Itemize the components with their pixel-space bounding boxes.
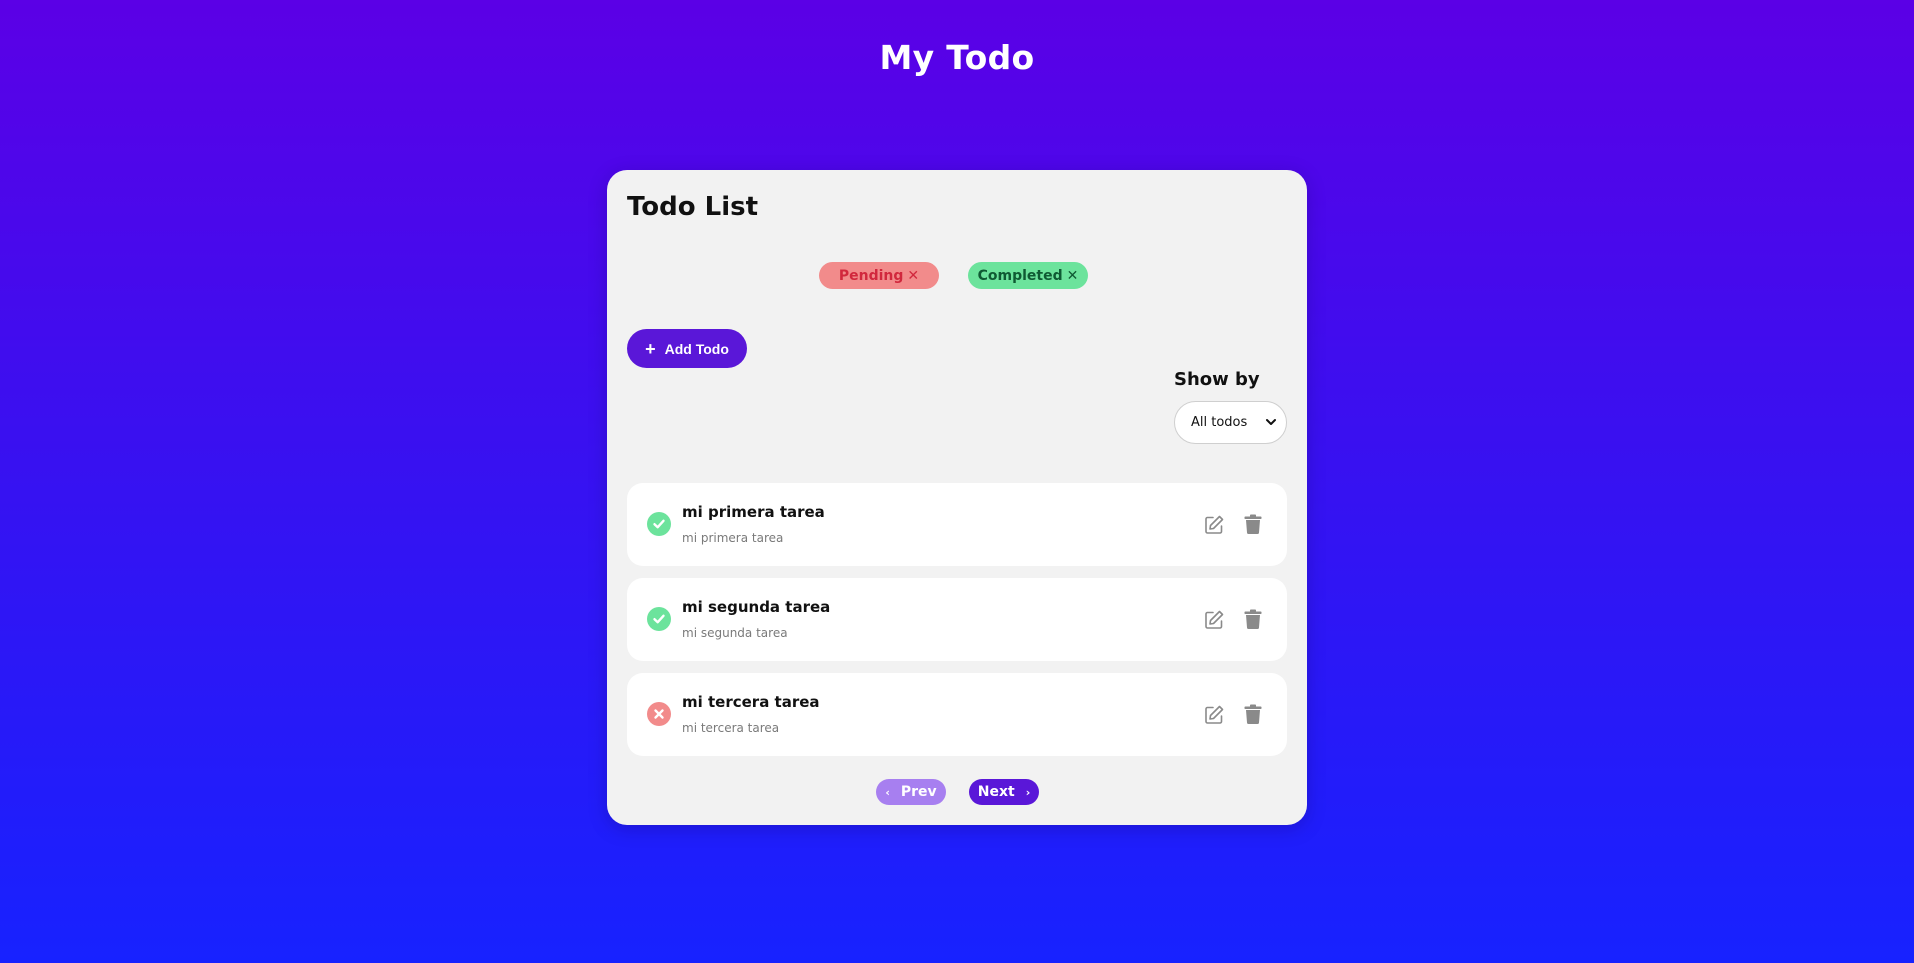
todo-description: mi tercera tarea [682,721,780,735]
todo-item: mi segunda tarea mi segunda tarea [627,578,1287,661]
pending-filter-tag[interactable]: Pending ✕ [819,262,939,289]
chevron-down-icon [1266,419,1276,425]
todo-item: mi tercera tarea mi tercera tarea [627,673,1287,756]
chevron-left-icon: ‹ [885,785,890,799]
close-icon: ✕ [907,267,920,284]
pending-tag-label: Pending [838,267,904,284]
show-by-select[interactable]: All todos [1174,401,1287,444]
card-title: Todo List [627,192,759,222]
next-page-button[interactable]: Next › [969,779,1039,805]
todo-item: mi primera tarea mi primera tarea [627,483,1287,566]
todo-title: mi segunda tarea [682,598,831,616]
x-circle-icon[interactable] [647,702,671,726]
check-circle-icon[interactable] [647,512,671,536]
completed-tag-label: Completed [977,267,1063,284]
todo-description: mi segunda tarea [682,626,788,640]
edit-icon[interactable] [1203,609,1225,631]
show-by-selected-value: All todos [1191,415,1248,430]
todo-title: mi tercera tarea [682,693,820,711]
prev-page-button[interactable]: ‹ Prev [876,779,946,805]
next-label: Next [977,784,1015,800]
edit-icon[interactable] [1203,514,1225,536]
show-by-label: Show by [1174,369,1260,390]
chevron-right-icon: › [1025,785,1031,799]
add-todo-label: Add Todo [664,340,729,357]
app-title: My Todo [879,38,1035,77]
trash-icon[interactable] [1244,704,1262,724]
add-todo-button[interactable]: + Add Todo [627,329,747,368]
completed-filter-tag[interactable]: Completed ✕ [968,262,1088,289]
close-icon: ✕ [1066,267,1079,284]
plus-icon: + [645,338,656,359]
trash-icon[interactable] [1244,609,1262,629]
trash-icon[interactable] [1244,514,1262,534]
todo-card: Todo List Pending ✕ Completed ✕ + Add To… [607,170,1307,825]
todo-title: mi primera tarea [682,503,825,521]
edit-icon[interactable] [1203,704,1225,726]
check-circle-icon[interactable] [647,607,671,631]
prev-label: Prev [900,784,937,800]
todo-description: mi primera tarea [682,531,784,545]
